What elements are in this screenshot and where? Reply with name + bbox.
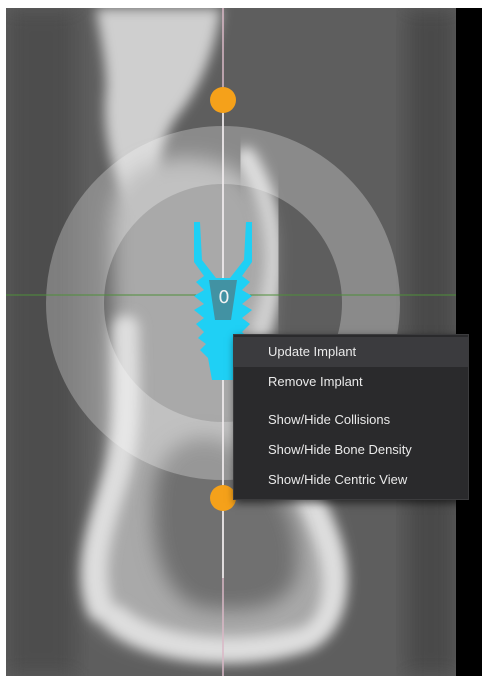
menu-item-update-implant[interactable]: Update Implant [234, 337, 468, 367]
context-menu: Update Implant Remove Implant Show/Hide … [233, 334, 469, 500]
top-orange-circle-handle-icon[interactable] [210, 87, 236, 113]
menu-item-show-hide-centric-view[interactable]: Show/Hide Centric View [234, 465, 468, 495]
menu-separator [234, 397, 468, 405]
menu-item-remove-implant[interactable]: Remove Implant [234, 367, 468, 397]
implant-center-label: 0 [218, 287, 230, 308]
menu-item-show-hide-collisions[interactable]: Show/Hide Collisions [234, 405, 468, 435]
menu-item-show-hide-bone-density[interactable]: Show/Hide Bone Density [234, 435, 468, 465]
